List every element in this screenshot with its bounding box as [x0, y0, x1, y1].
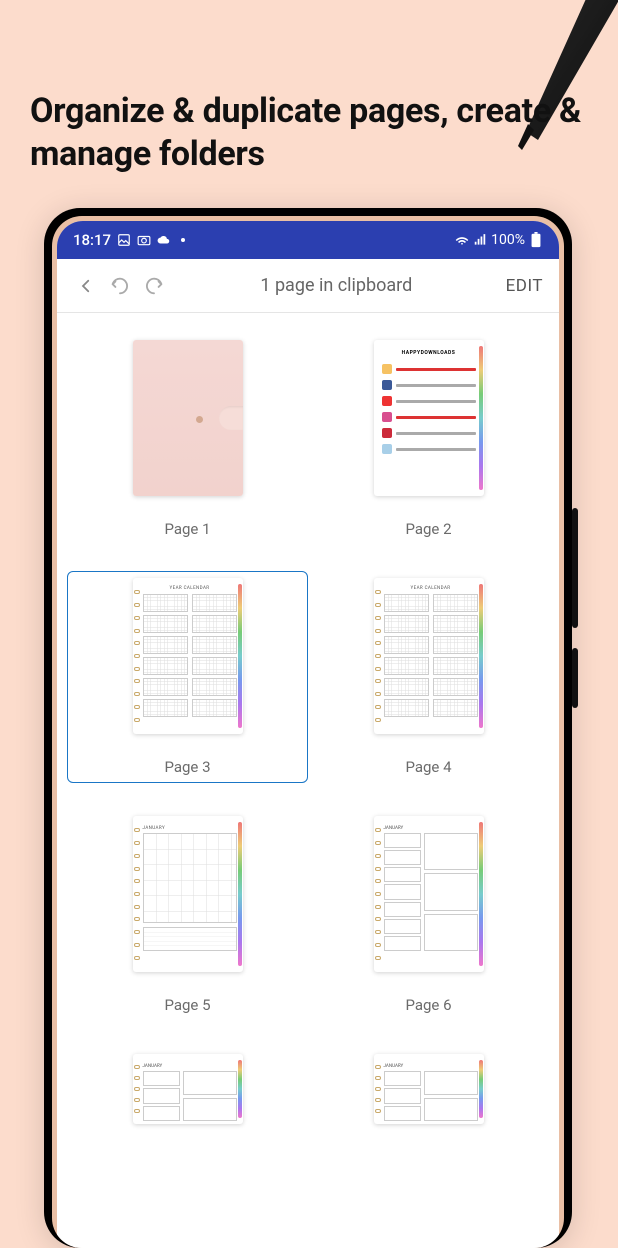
- phone-frame: 18:17: [44, 208, 572, 1248]
- status-bar: 18:17: [57, 221, 559, 259]
- back-button[interactable]: [69, 269, 103, 303]
- page-label: Page 5: [164, 996, 210, 1014]
- page-thumbnail[interactable]: JANUARY: [308, 1047, 549, 1131]
- promo-headline: Organize & duplicate pages, create & man…: [30, 90, 588, 175]
- page-label: Page 6: [405, 996, 451, 1014]
- phone-screen: 18:17: [57, 221, 559, 1248]
- thumbnail-image: YEAR CALENDAR: [133, 578, 243, 734]
- battery-icon: [529, 233, 543, 247]
- page-label: Page 3: [164, 758, 210, 776]
- thumbnail-image: HAPPYDOWNLOADS: [374, 340, 484, 496]
- camera-icon: [137, 233, 151, 247]
- thumbnail-image: JANUARY: [374, 1054, 484, 1124]
- page-thumbnail[interactable]: Page 1: [67, 333, 308, 545]
- phone-side-button: [572, 508, 578, 628]
- thumbnail-image: JANUARY: [133, 1054, 243, 1124]
- edit-button[interactable]: EDIT: [502, 276, 547, 296]
- more-indicator-icon: [181, 238, 185, 242]
- page-label: Page 2: [405, 520, 451, 538]
- toolbar-title: 1 page in clipboard: [171, 275, 502, 296]
- status-time: 18:17: [73, 231, 111, 249]
- page-label: Page 1: [164, 520, 210, 538]
- battery-text: 100%: [491, 232, 525, 248]
- page-thumbnail[interactable]: YEAR CALENDAR Page 4: [308, 571, 549, 783]
- page-label: Page 4: [405, 758, 451, 776]
- thumbnail-image: [133, 340, 243, 496]
- phone-side-button-2: [572, 648, 578, 708]
- app-toolbar: 1 page in clipboard EDIT: [57, 259, 559, 313]
- cloud-icon: [157, 233, 171, 247]
- thumbnail-image: JANUARY: [374, 816, 484, 972]
- image-icon: [117, 233, 131, 247]
- redo-button[interactable]: [137, 269, 171, 303]
- wifi-icon: [455, 233, 469, 247]
- page-thumbnail[interactable]: JANUARY Page 5: [67, 809, 308, 1021]
- page-grid[interactable]: Page 1 HAPPYDOWNLOADS: [57, 313, 559, 1248]
- page-thumbnail[interactable]: JANUARY: [67, 1047, 308, 1131]
- thumbnail-image: JANUARY: [133, 816, 243, 972]
- page-thumbnail[interactable]: JANUARY Page 6: [308, 809, 549, 1021]
- undo-button[interactable]: [103, 269, 137, 303]
- signal-icon: [473, 233, 487, 247]
- page-thumbnail-selected[interactable]: YEAR CALENDAR Page 3: [67, 571, 308, 783]
- thumbnail-image: YEAR CALENDAR: [374, 578, 484, 734]
- page-thumbnail[interactable]: HAPPYDOWNLOADS Page 2: [308, 333, 549, 545]
